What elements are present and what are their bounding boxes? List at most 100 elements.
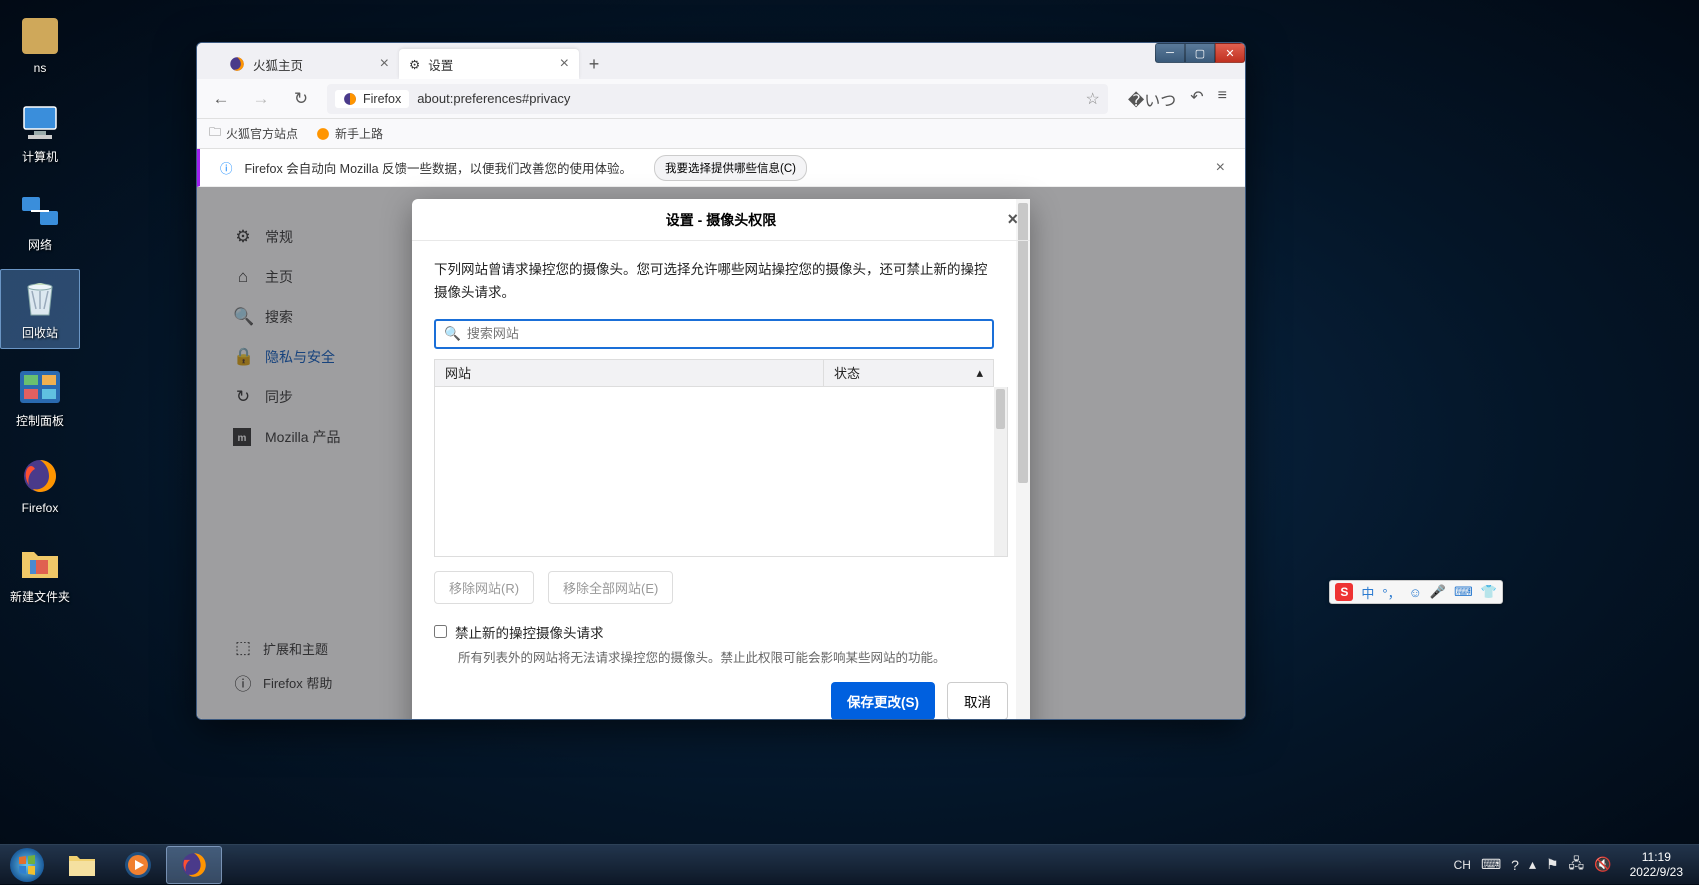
sort-arrow-icon: ▴: [976, 365, 983, 381]
remove-site-button[interactable]: 移除网站(R): [434, 571, 534, 604]
ime-punct-icon[interactable]: °，: [1382, 583, 1400, 602]
close-button[interactable]: ✕: [1215, 43, 1245, 63]
desktop-icon-new-folder[interactable]: 新建文件夹: [0, 533, 80, 613]
sites-table-body: [434, 387, 994, 557]
bookmark-label: 火狐官方站点: [226, 125, 298, 142]
close-icon[interactable]: ×: [380, 55, 389, 73]
ime-lang[interactable]: 中: [1361, 583, 1374, 602]
close-icon[interactable]: ×: [1216, 159, 1225, 177]
icon-label: Firefox: [22, 501, 59, 515]
column-status[interactable]: 状态 ▴: [823, 360, 993, 386]
ime-emoji-icon[interactable]: ☺: [1409, 585, 1422, 600]
bookmark-star-icon[interactable]: ☆: [1085, 89, 1099, 109]
table-scrollbar[interactable]: [994, 387, 1008, 557]
maximize-button[interactable]: ▢: [1185, 43, 1215, 63]
icon-label: 网络: [28, 236, 52, 253]
tab-strip: 火狐主页 × ⚙ 设置 × +: [197, 43, 1245, 79]
remove-all-button[interactable]: 移除全部网站(E): [548, 571, 673, 604]
forward-button[interactable]: →: [247, 89, 275, 109]
desktop-icon-recycle-bin[interactable]: 回收站: [0, 269, 80, 349]
new-tab-button[interactable]: +: [579, 49, 609, 79]
table-header: 网站 状态 ▴: [434, 359, 994, 387]
ime-voice-icon[interactable]: 🎤: [1430, 584, 1446, 600]
network-tray-icon[interactable]: 🖧: [1569, 853, 1585, 877]
desktop-icon-network[interactable]: 网络: [0, 181, 80, 261]
generic-icon: [19, 15, 61, 57]
control-panel-icon: [19, 366, 61, 408]
desktop-icon-ns[interactable]: ns: [0, 5, 80, 85]
bookmark-label: 新手上路: [335, 125, 383, 142]
desktop-icons: ns 计算机 网络 回收站 控制面板 Firefox 新建文件夹: [0, 0, 90, 621]
url-text: about:preferences#privacy: [417, 91, 570, 106]
lang-indicator[interactable]: CH: [1454, 858, 1471, 872]
desktop-icon-control-panel[interactable]: 控制面板: [0, 357, 80, 437]
cancel-button[interactable]: 取消: [947, 682, 1008, 720]
menu-icon[interactable]: ≡: [1218, 87, 1227, 111]
keyboard-icon[interactable]: ⌨: [1481, 856, 1501, 873]
system-tray: CH ⌨ ? ▴ ⚑ 🖧 🔇 11:19 2022/9/23: [1446, 850, 1699, 880]
camera-permissions-dialog: 设置 - 摄像头权限 × 下列网站曾请求操控您的摄像头。您可选择允许哪些网站操控…: [412, 199, 1030, 720]
identity-label: Firefox: [363, 92, 401, 106]
screenshot-icon[interactable]: �いつ: [1128, 87, 1176, 111]
folder-icon: [19, 542, 61, 584]
task-explorer[interactable]: [54, 846, 110, 884]
search-input[interactable]: [467, 326, 984, 341]
nav-toolbar: ← → ↻ Firefox about:preferences#privacy …: [197, 79, 1245, 119]
undo-icon[interactable]: ↶: [1190, 87, 1203, 111]
tab-settings[interactable]: ⚙ 设置 ×: [399, 49, 579, 79]
clock-date: 2022/9/23: [1630, 865, 1683, 880]
volume-icon[interactable]: 🔇: [1594, 856, 1611, 873]
tab-title: 火狐主页: [253, 55, 303, 74]
help-icon[interactable]: ?: [1511, 857, 1519, 873]
task-media-player[interactable]: [110, 846, 166, 884]
firefox-icon: [19, 455, 61, 497]
bookmark-official[interactable]: 🗀 火狐官方站点: [209, 123, 298, 144]
ime-toolbar[interactable]: S 中 °， ☺ 🎤 ⌨ 👕: [1329, 580, 1503, 604]
recycle-bin-icon: [19, 278, 61, 320]
dialog-description: 下列网站曾请求操控您的摄像头。您可选择允许哪些网站操控您的摄像头，还可禁止新的操…: [434, 259, 1008, 305]
clock-time: 11:19: [1630, 850, 1683, 865]
folder-icon: 🗀: [209, 123, 221, 144]
ime-keyboard-icon[interactable]: ⌨: [1454, 584, 1473, 600]
identity-box[interactable]: Firefox: [335, 90, 409, 108]
network-icon: [19, 190, 61, 232]
icon-label: 计算机: [22, 148, 58, 165]
action-center-icon[interactable]: ⚑: [1546, 856, 1559, 873]
bookmarks-bar: 🗀 火狐官方站点 新手上路: [197, 119, 1245, 149]
info-text: Firefox 会自动向 Mozilla 反馈一些数据，以便我们改善您的使用体验…: [245, 158, 633, 177]
reload-button[interactable]: ↻: [287, 89, 315, 109]
save-button[interactable]: 保存更改(S): [831, 682, 935, 720]
column-label: 状态: [834, 363, 860, 382]
back-button[interactable]: ←: [207, 89, 235, 109]
desktop-icon-firefox[interactable]: Firefox: [0, 445, 80, 525]
computer-icon: [19, 102, 61, 144]
tab-home[interactable]: 火狐主页 ×: [219, 49, 399, 79]
firefox-window: ─ ▢ ✕ 火狐主页 × ⚙ 设置 × + ← → ↻ Firefox abou…: [196, 42, 1246, 720]
gear-icon: ⚙: [409, 57, 420, 72]
column-site[interactable]: 网站: [435, 360, 823, 386]
minimize-button[interactable]: ─: [1155, 43, 1185, 63]
toolbar-right: �いつ ↶ ≡: [1120, 87, 1235, 111]
dialog-body: 下列网站曾请求操控您的摄像头。您可选择允许哪些网站操控您的摄像头，还可禁止新的操…: [412, 241, 1030, 682]
sogou-logo-icon: S: [1335, 583, 1353, 601]
task-firefox[interactable]: [166, 846, 222, 884]
block-new-checkbox[interactable]: [434, 625, 447, 638]
start-button[interactable]: [0, 845, 54, 885]
close-icon[interactable]: ×: [560, 55, 569, 73]
icon-label: 回收站: [22, 324, 58, 341]
search-input-wrapper: 🔍: [434, 319, 994, 349]
clock[interactable]: 11:19 2022/9/23: [1622, 850, 1691, 880]
remove-actions: 移除网站(R) 移除全部网站(E): [434, 557, 1008, 618]
info-choose-button[interactable]: 我要选择提供哪些信息(C): [654, 155, 807, 181]
ime-skin-icon[interactable]: 👕: [1481, 584, 1497, 600]
close-icon[interactable]: ×: [1007, 209, 1018, 230]
checkbox-label: 禁止新的操控摄像头请求: [455, 622, 604, 642]
icon-label: ns: [34, 61, 47, 75]
desktop-icon-computer[interactable]: 计算机: [0, 93, 80, 173]
window-controls: ─ ▢ ✕: [1155, 43, 1245, 63]
chevron-up-icon[interactable]: ▴: [1529, 856, 1536, 873]
firefox-icon: [229, 56, 245, 72]
dialog-footer: 保存更改(S) 取消: [412, 682, 1030, 720]
bookmark-getting-started[interactable]: 新手上路: [316, 125, 383, 142]
url-bar[interactable]: Firefox about:preferences#privacy ☆: [327, 84, 1108, 114]
